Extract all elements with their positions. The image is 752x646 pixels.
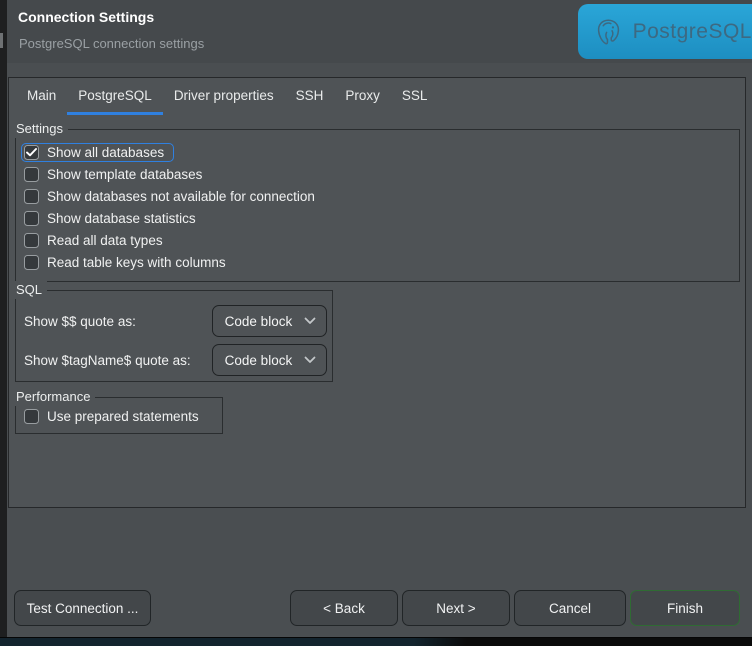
page-subtitle: PostgreSQL connection settings — [19, 36, 204, 51]
cancel-button[interactable]: Cancel — [514, 590, 626, 626]
dialog-header: Connection Settings PostgreSQL connectio… — [7, 0, 752, 63]
tagname-quote-row: Show $tagName$ quote as: Code block — [24, 344, 327, 376]
dollar-quote-combo[interactable]: Code block — [212, 305, 327, 337]
performance-group-label: Performance — [15, 388, 95, 406]
connection-settings-dialog: Connection Settings PostgreSQL connectio… — [7, 0, 752, 637]
background-scrollbar-handle — [0, 33, 3, 48]
background-desktop-strip — [0, 637, 752, 646]
checkbox-label: Show database statistics — [47, 211, 196, 226]
chevron-down-icon — [304, 317, 316, 325]
checkbox-box — [24, 189, 39, 204]
checkbox-box — [24, 167, 39, 182]
background-window-edge — [0, 0, 7, 646]
settings-group: Settings Show all databases Show templat… — [15, 129, 740, 282]
tab-main[interactable]: Main — [16, 78, 67, 115]
postgresql-elephant-icon — [594, 14, 623, 50]
checkbox-show-all-databases[interactable]: Show all databases — [21, 143, 174, 162]
tab-bar: Main PostgreSQL Driver properties SSH Pr… — [9, 78, 745, 115]
postgresql-logo: PostgreSQL — [578, 4, 752, 59]
screen: Connection Settings PostgreSQL connectio… — [0, 0, 752, 646]
combo-selected-value: Code block — [225, 353, 293, 368]
tab-ssh[interactable]: SSH — [285, 78, 335, 115]
next-button[interactable]: Next > — [402, 590, 510, 626]
back-button[interactable]: < Back — [290, 590, 398, 626]
sql-group-label: SQL — [15, 281, 47, 299]
page-title: Connection Settings — [18, 9, 154, 25]
chevron-down-icon — [304, 356, 316, 364]
performance-group: Performance Use prepared statements — [15, 397, 223, 434]
checkmark-icon — [26, 148, 37, 157]
checkbox-label: Show databases not available for connect… — [47, 189, 315, 204]
checkbox-label: Read all data types — [47, 233, 163, 248]
finish-button[interactable]: Finish — [630, 590, 740, 626]
checkbox-box — [24, 145, 39, 160]
wizard-buttons: < Back Next > Cancel Finish — [290, 590, 740, 626]
checkbox-label: Show template databases — [47, 167, 202, 182]
tab-content: Settings Show all databases Show templat… — [9, 129, 745, 434]
tab-postgresql[interactable]: PostgreSQL — [67, 78, 163, 115]
tab-folder: Main PostgreSQL Driver properties SSH Pr… — [8, 77, 746, 508]
sql-group: SQL Show $$ quote as: Code block Show $t… — [15, 290, 333, 382]
tab-ssl[interactable]: SSL — [391, 78, 439, 115]
tagname-quote-combo[interactable]: Code block — [212, 344, 327, 376]
tab-proxy[interactable]: Proxy — [334, 78, 391, 115]
test-connection-button[interactable]: Test Connection ... — [14, 590, 151, 626]
checkbox-box — [24, 233, 39, 248]
settings-group-label: Settings — [15, 120, 68, 138]
checkbox-read-table-keys[interactable]: Read table keys with columns — [21, 253, 236, 272]
postgresql-logo-text: PostgreSQL — [633, 20, 752, 44]
checkbox-label: Read table keys with columns — [47, 255, 226, 270]
checkbox-label: Use prepared statements — [47, 409, 199, 424]
dollar-quote-row: Show $$ quote as: Code block — [24, 305, 327, 337]
dollar-quote-label: Show $$ quote as: — [24, 314, 212, 329]
checkbox-box — [24, 255, 39, 270]
checkbox-show-databases-not-available[interactable]: Show databases not available for connect… — [21, 187, 325, 206]
checkbox-read-all-data-types[interactable]: Read all data types — [21, 231, 173, 250]
checkbox-use-prepared-statements[interactable]: Use prepared statements — [21, 407, 209, 426]
checkbox-box — [24, 211, 39, 226]
checkbox-show-database-statistics[interactable]: Show database statistics — [21, 209, 206, 228]
tab-driver-properties[interactable]: Driver properties — [163, 78, 285, 115]
tagname-quote-label: Show $tagName$ quote as: — [24, 353, 212, 368]
checkbox-show-template-databases[interactable]: Show template databases — [21, 165, 212, 184]
checkbox-label: Show all databases — [47, 145, 164, 160]
checkbox-box — [24, 409, 39, 424]
combo-selected-value: Code block — [225, 314, 293, 329]
